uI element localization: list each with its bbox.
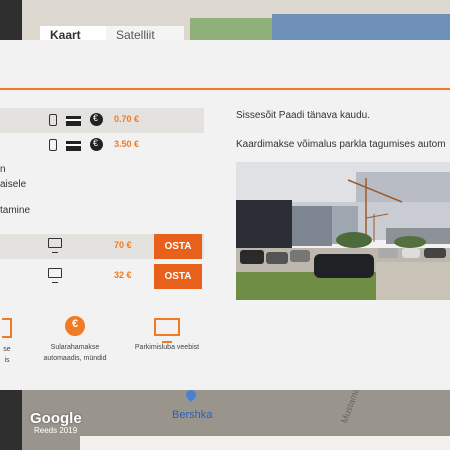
- card-icon: [66, 116, 81, 126]
- header-divider: [0, 88, 450, 90]
- coin-icon: [90, 138, 103, 151]
- online-icon: [154, 318, 180, 343]
- permit-row: 70 € OSTA: [0, 234, 204, 259]
- price-row: 0.70 €: [0, 108, 204, 133]
- price-value: 3.50 €: [114, 139, 140, 149]
- google-logo: Google: [30, 410, 82, 427]
- buy-button[interactable]: OSTA: [154, 264, 202, 289]
- price-table: 0.70 € 3.50 €: [0, 108, 204, 158]
- payment-method: Parkimisluba veebist: [128, 318, 206, 353]
- payment-label: is: [4, 357, 10, 364]
- map-copyright: Reeds 2019: [34, 426, 78, 435]
- info-text-line: aisele: [0, 179, 27, 190]
- payment-label: Sularahamakse: [50, 344, 100, 351]
- monitor-icon: [48, 268, 62, 283]
- map-water-area: [272, 14, 450, 40]
- map-green-area: [190, 18, 280, 40]
- price-row: 3.50 €: [0, 133, 204, 158]
- map-bottom-panel: [80, 436, 450, 450]
- parking-lot-photo: [236, 162, 450, 300]
- payment-label: se: [3, 346, 11, 353]
- buy-button[interactable]: OSTA: [154, 234, 202, 259]
- info-text-line: n: [0, 164, 6, 175]
- card-icon: [66, 141, 81, 151]
- monitor-icon: [48, 238, 62, 253]
- payment-label: Parkimisluba veebist: [134, 344, 200, 351]
- partial-icon: [2, 318, 12, 338]
- entrance-info: Sissesõit Paadi tänava kaudu.: [236, 110, 370, 121]
- phone-icon: [49, 114, 57, 126]
- price-value: 0.70 €: [114, 114, 140, 124]
- permit-price: 32 €: [114, 270, 132, 280]
- map-place-label[interactable]: Bershka: [172, 409, 212, 421]
- permit-price: 70 €: [114, 240, 132, 250]
- cash-icon: [65, 316, 85, 336]
- phone-icon: [49, 139, 57, 151]
- payment-method: Sularahamakse automaadis, mündid: [36, 316, 114, 364]
- card-payment-info: Kaardimakse võimalus parkla tagumises au…: [236, 139, 446, 150]
- coin-icon: [90, 113, 103, 126]
- payment-label: automaadis, mündid: [43, 355, 107, 362]
- permit-row: 32 € OSTA: [0, 264, 204, 289]
- payment-method: se is: [0, 318, 14, 366]
- info-text-line: tamine: [0, 205, 31, 216]
